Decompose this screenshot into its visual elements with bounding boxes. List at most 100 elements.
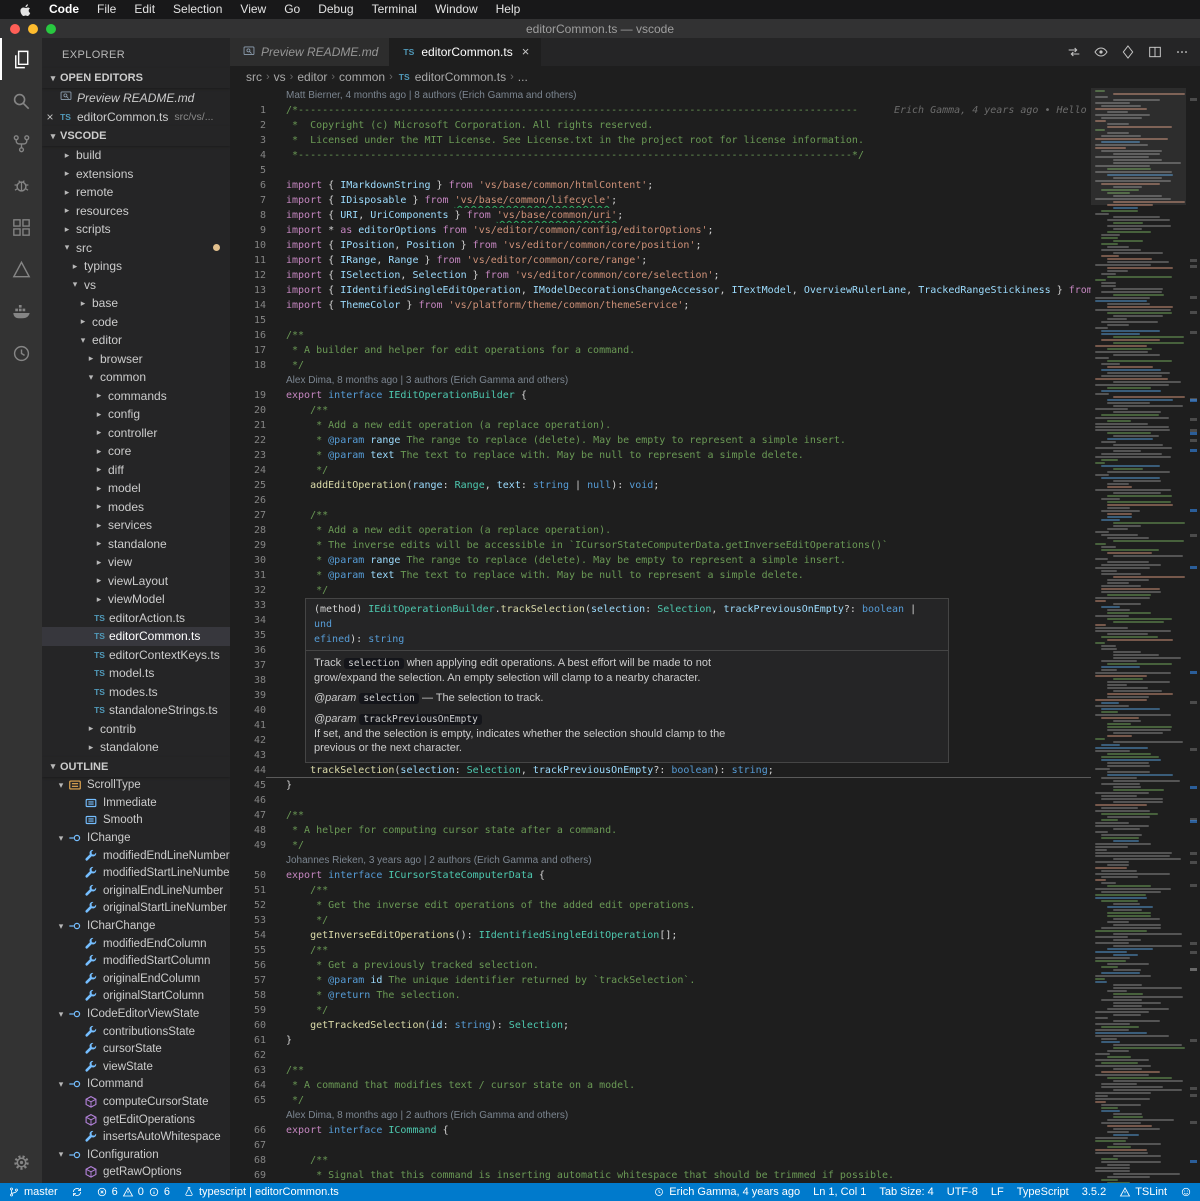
tree-item-standaloneStrings.ts[interactable]: TSstandaloneStrings.ts [42, 701, 230, 720]
outline-item-originalEndLineNumber[interactable]: originalEndLineNumber [42, 882, 230, 900]
code-line[interactable]: 56 * Get a previously tracked selection. [230, 958, 1091, 973]
tree-item-vs[interactable]: ▾vs [42, 276, 230, 295]
menu-view[interactable]: View [231, 0, 275, 19]
tree-item-src[interactable]: ▾src [42, 239, 230, 258]
code-line[interactable]: 6import { IMarkdownString } from 'vs/bas… [230, 178, 1091, 193]
open-editor-item[interactable]: Preview README.md [42, 88, 230, 107]
minimap-slider[interactable] [1091, 88, 1186, 205]
tree-item-modes[interactable]: ▸modes [42, 498, 230, 517]
code-line[interactable]: 13import { IIdentifiedSingleEditOperatio… [230, 283, 1091, 298]
activity-clock[interactable] [0, 332, 42, 374]
code-line[interactable]: 58 * @return The selection. [230, 988, 1091, 1003]
code-line[interactable]: 9import * as editorOptions from 'vs/edit… [230, 223, 1091, 238]
code-line[interactable]: 59 */ [230, 1003, 1091, 1018]
breadcrumb-item[interactable]: ... [518, 70, 528, 84]
cursor-position[interactable]: Ln 1, Col 1 [813, 1186, 866, 1198]
tree-item-code[interactable]: ▸code [42, 313, 230, 332]
code-line[interactable]: 57 * @param id The unique identifier ret… [230, 973, 1091, 988]
outline-item-getEditOperations[interactable]: getEditOperations [42, 1111, 230, 1129]
code-line[interactable]: 61} [230, 1033, 1091, 1048]
code-line[interactable]: 19export interface IEditOperationBuilder… [230, 388, 1091, 403]
outline-item-originalStartColumn[interactable]: originalStartColumn [42, 988, 230, 1006]
ts-version[interactable]: 3.5.2 [1082, 1186, 1106, 1198]
more-icon[interactable] [1174, 44, 1190, 60]
tree-item-standalone[interactable]: ▸standalone [42, 535, 230, 554]
code-line[interactable]: 23 * @param text The text to replace wit… [230, 448, 1091, 463]
close-editor-icon[interactable]: × [42, 110, 58, 124]
breadcrumb-item[interactable]: common [339, 70, 385, 84]
code-area[interactable]: Matt Bierner, 4 months ago | 8 authors (… [230, 88, 1091, 1183]
minimize-window-button[interactable] [28, 24, 38, 34]
code-line[interactable]: 30 * @param range The range to replace (… [230, 553, 1091, 568]
code-line[interactable]: 60 getTrackedSelection(id: string): Sele… [230, 1018, 1091, 1033]
code-line[interactable]: 47/** [230, 808, 1091, 823]
language-context-item[interactable]: typescript | editorCommon.ts [183, 1186, 339, 1198]
code-line[interactable]: 18 */ [230, 358, 1091, 373]
tree-item-extensions[interactable]: ▸extensions [42, 165, 230, 184]
tree-item-build[interactable]: ▸build [42, 146, 230, 165]
tree-item-editorContextKeys.ts[interactable]: TSeditorContextKeys.ts [42, 646, 230, 665]
indentation[interactable]: Tab Size: 4 [879, 1186, 933, 1198]
menu-file[interactable]: File [88, 0, 125, 19]
gitlens-icon[interactable] [1120, 44, 1136, 60]
tree-item-scripts[interactable]: ▸scripts [42, 220, 230, 239]
tree-item-contrib[interactable]: ▸contrib [42, 720, 230, 739]
tree-item-common[interactable]: ▾common [42, 368, 230, 387]
toggle-blame-icon[interactable] [1093, 44, 1109, 60]
blame-annotation[interactable]: Alex Dima, 8 months ago | 2 authors (Eri… [230, 1108, 1091, 1123]
outline-item-IConfiguration[interactable]: ▾IConfiguration [42, 1146, 230, 1164]
activity-source-control[interactable] [0, 122, 42, 164]
tree-item-viewModel[interactable]: ▸viewModel [42, 590, 230, 609]
code-line[interactable]: 27 /** [230, 508, 1091, 523]
apple-menu-icon[interactable] [19, 3, 32, 16]
tree-item-config[interactable]: ▸config [42, 405, 230, 424]
outline-item-IChange[interactable]: ▾IChange [42, 829, 230, 847]
tree-item-commands[interactable]: ▸commands [42, 387, 230, 406]
activity-search[interactable] [0, 80, 42, 122]
outline-item-ICharChange[interactable]: ▾ICharChange [42, 917, 230, 935]
code-line[interactable]: 5 [230, 163, 1091, 178]
code-line[interactable]: 7import { IDisposable } from 'vs/base/co… [230, 193, 1091, 208]
code-line[interactable]: 67 [230, 1138, 1091, 1153]
outline-header[interactable]: ▾ OUTLINE [42, 757, 230, 777]
overview-ruler-scrollbar[interactable] [1186, 88, 1200, 1183]
outline-item-modifiedStartLineNumber[interactable]: modifiedStartLineNumber [42, 864, 230, 882]
tree-item-view[interactable]: ▸view [42, 553, 230, 572]
code-line[interactable]: 52 * Get the inverse edit operations of … [230, 898, 1091, 913]
outline-item-ICommand[interactable]: ▾ICommand [42, 1076, 230, 1094]
code-line[interactable]: 20 /** [230, 403, 1091, 418]
code-line[interactable]: 16/** [230, 328, 1091, 343]
menu-edit[interactable]: Edit [125, 0, 164, 19]
tree-item-editorCommon.ts[interactable]: TSeditorCommon.ts [42, 627, 230, 646]
code-line[interactable]: 49 */ [230, 838, 1091, 853]
tree-item-editorAction.ts[interactable]: TSeditorAction.ts [42, 609, 230, 628]
menu-window[interactable]: Window [426, 0, 487, 19]
code-line[interactable]: 24 */ [230, 463, 1091, 478]
tree-item-resources[interactable]: ▸resources [42, 202, 230, 221]
blame-annotation[interactable]: Alex Dima, 8 months ago | 3 authors (Eri… [230, 373, 1091, 388]
outline-item-contributionsState[interactable]: contributionsState [42, 1023, 230, 1041]
breadcrumb-item[interactable]: TSeditorCommon.ts [397, 70, 506, 84]
encoding[interactable]: UTF-8 [947, 1186, 978, 1198]
activity-azure[interactable] [0, 248, 42, 290]
outline-item-viewState[interactable]: viewState [42, 1058, 230, 1076]
tree-item-model.ts[interactable]: TSmodel.ts [42, 664, 230, 683]
split-editor-icon[interactable] [1147, 44, 1163, 60]
tree-item-browser[interactable]: ▸browser [42, 350, 230, 369]
code-line[interactable]: 69 * Signal that this command is inserti… [230, 1168, 1091, 1183]
code-line[interactable]: 21 * Add a new edit operation (a replace… [230, 418, 1091, 433]
code-line[interactable]: 50export interface ICursorStateComputerD… [230, 868, 1091, 883]
outline-item-modifiedStartColumn[interactable]: modifiedStartColumn [42, 952, 230, 970]
outline-item-ScrollType[interactable]: ▾ScrollType [42, 777, 230, 795]
outline-item-computeCursorState[interactable]: computeCursorState [42, 1093, 230, 1111]
code-line[interactable]: 46 [230, 793, 1091, 808]
activity-debug[interactable] [0, 164, 42, 206]
menu-go[interactable]: Go [275, 0, 309, 19]
outline-item-Immediate[interactable]: Immediate [42, 794, 230, 812]
code-line[interactable]: 51 /** [230, 883, 1091, 898]
workspace-header[interactable]: ▾ VSCODE [42, 126, 230, 146]
tree-item-model[interactable]: ▸model [42, 479, 230, 498]
gitlens-blame-item[interactable]: Erich Gamma, 4 years ago [653, 1186, 800, 1198]
eol[interactable]: LF [991, 1186, 1004, 1198]
outline-item-modifiedEndColumn[interactable]: modifiedEndColumn [42, 935, 230, 953]
